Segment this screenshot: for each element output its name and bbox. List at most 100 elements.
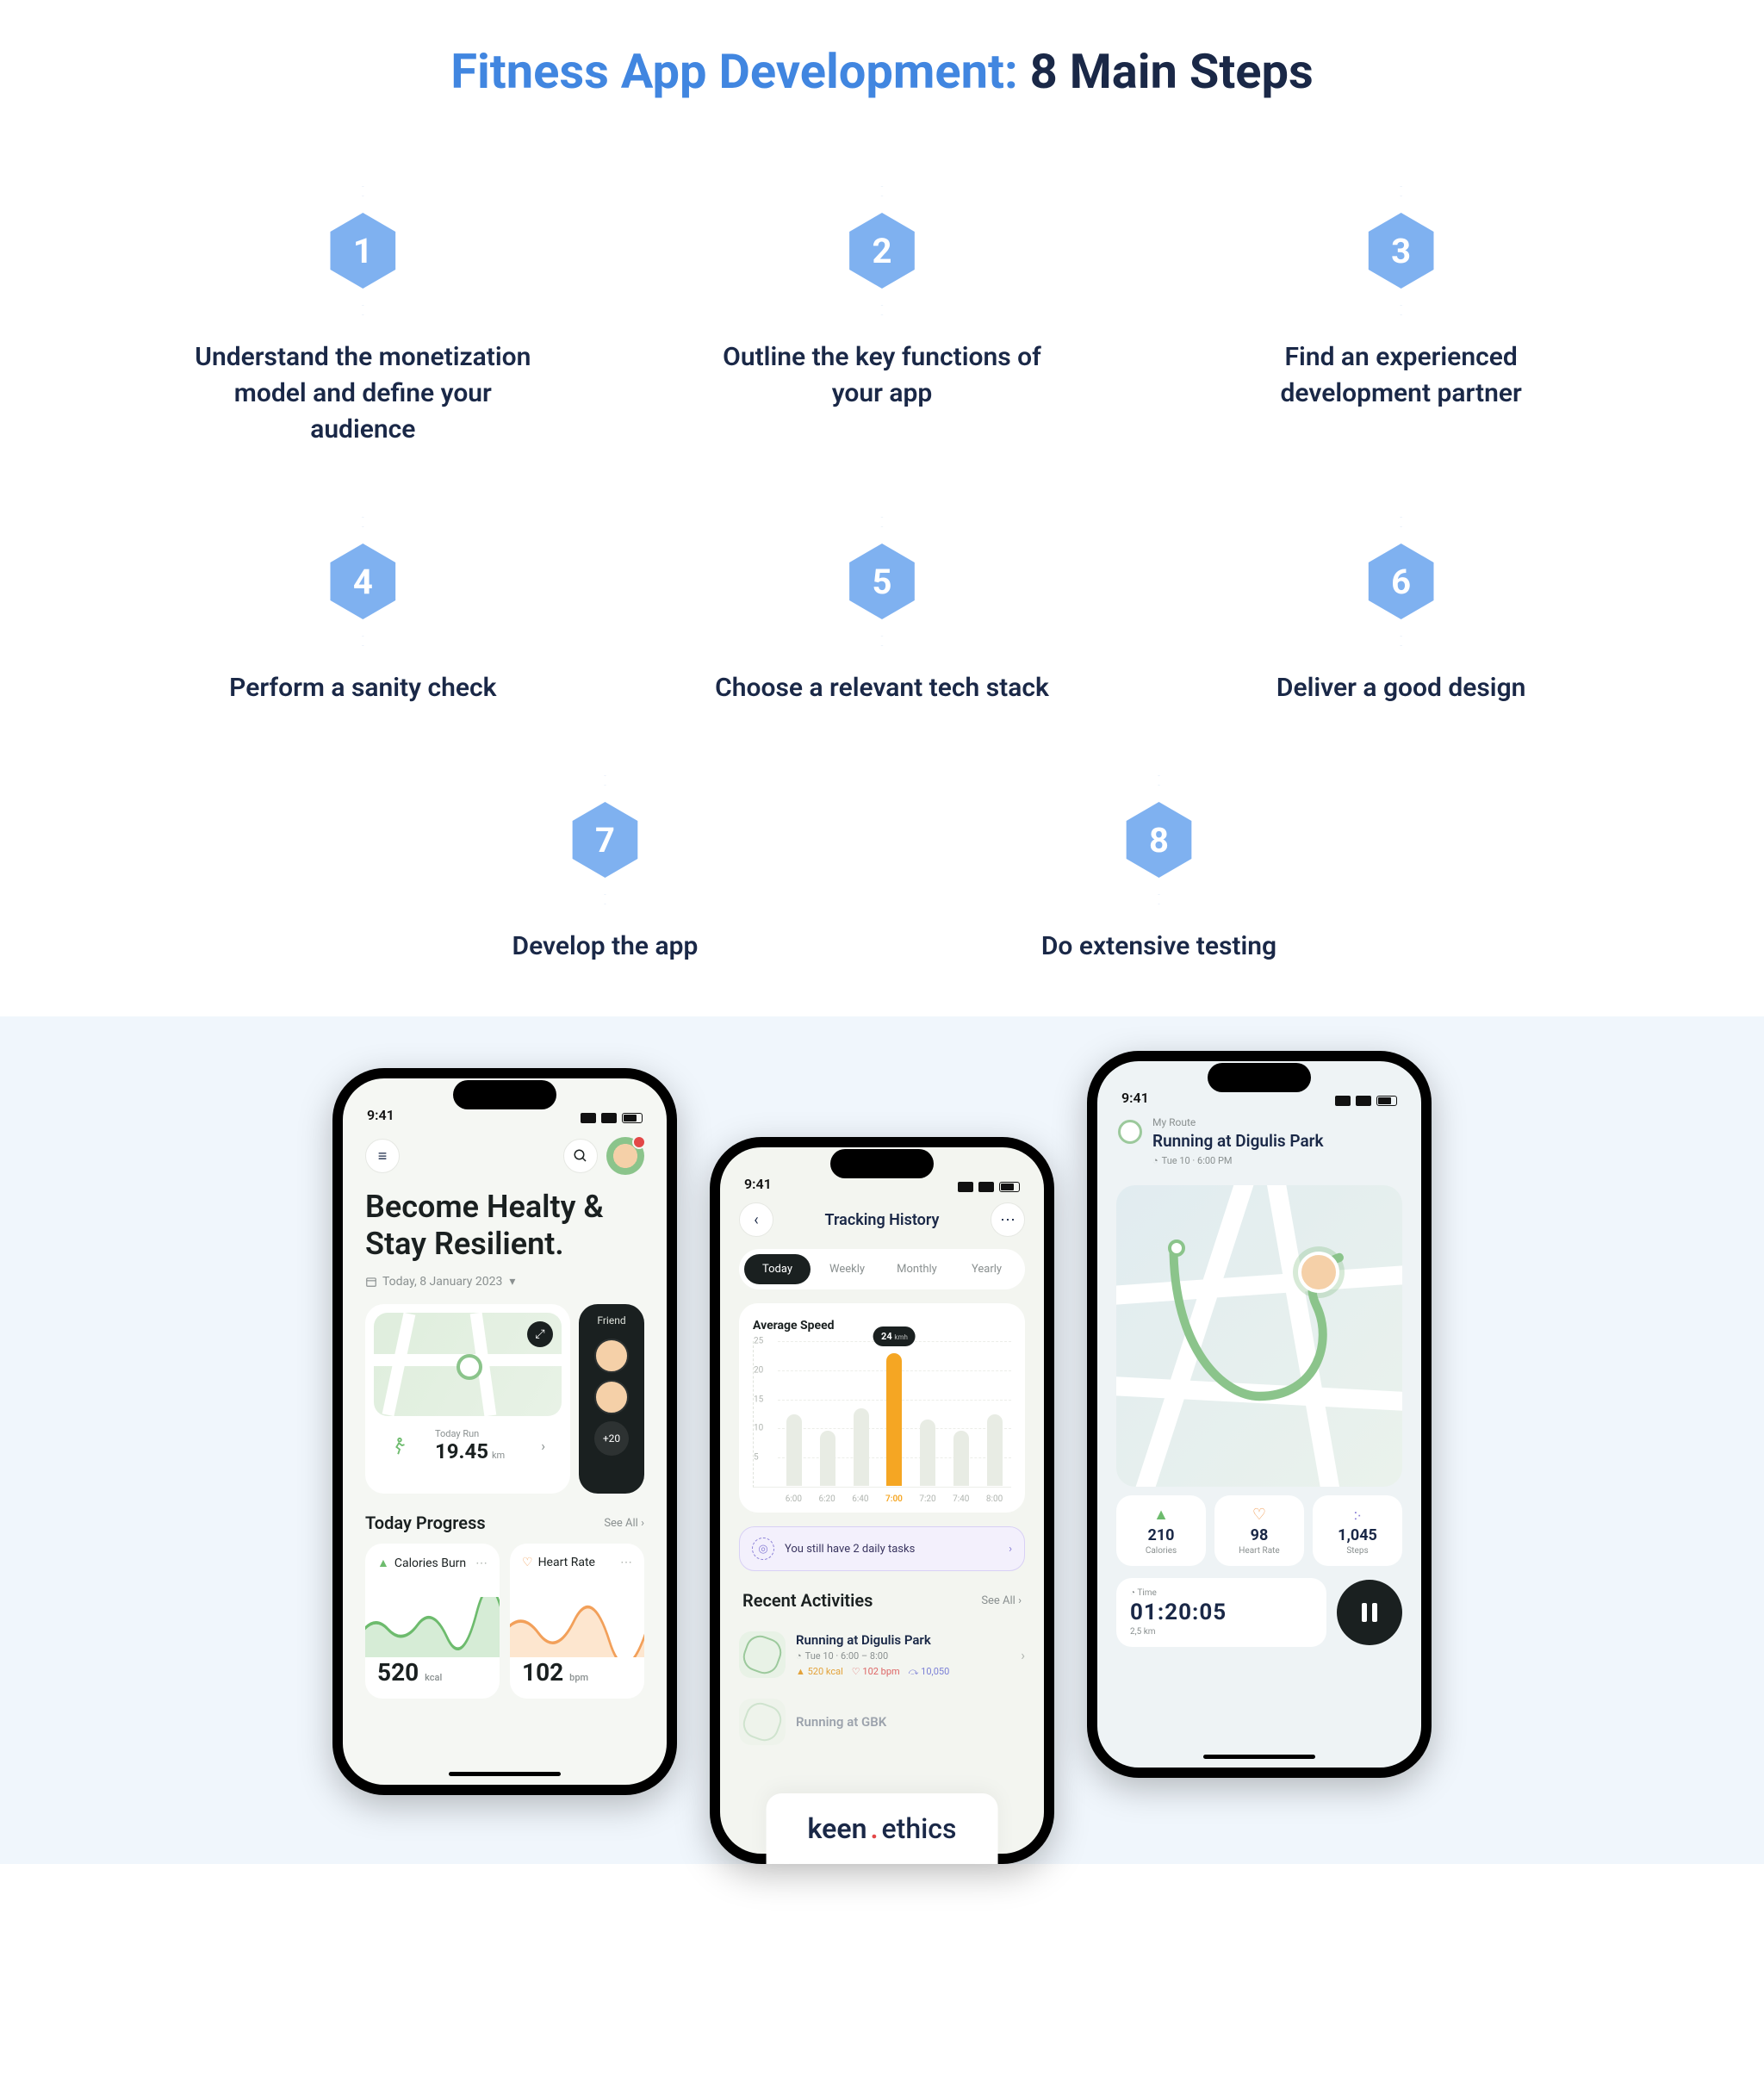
headline: Become Healty & Stay Resilient.	[343, 1189, 667, 1263]
hexagon-badge-icon: 5	[817, 517, 947, 646]
status-icons	[958, 1182, 1020, 1192]
step-label: Outline the key functions of your app	[701, 339, 1063, 412]
breadcrumb: My Route	[1152, 1116, 1402, 1128]
daily-tasks-banner[interactable]: ◎ You still have 2 daily tasks ›	[739, 1526, 1025, 1571]
friends-panel[interactable]: Friend +20	[579, 1304, 644, 1494]
chart-bar	[987, 1414, 1003, 1486]
search-icon	[573, 1148, 588, 1164]
today-run-card[interactable]: ⤢ Today Run 19.45 km ›	[365, 1304, 570, 1494]
see-all-link[interactable]: See All ›	[604, 1517, 644, 1530]
chart-tooltip: 24 kmh	[873, 1326, 916, 1346]
step-label: Choose a relevant tech stack	[715, 670, 1049, 706]
more-icon[interactable]: ⋯	[475, 1556, 488, 1570]
clock-icon: ◔	[796, 1650, 802, 1662]
clock-icon: ◔	[1130, 1588, 1135, 1598]
route-thumb-icon	[739, 1631, 786, 1678]
target-icon: ◎	[752, 1538, 774, 1560]
step-7: 7 Develop the app	[345, 775, 865, 965]
chart-bar: 24 kmh	[886, 1353, 902, 1486]
more-button[interactable]: ⋯	[991, 1202, 1025, 1237]
wifi-icon	[601, 1113, 617, 1123]
tab-today[interactable]: Today	[744, 1254, 811, 1284]
title-main: 8 Main Steps	[1018, 43, 1314, 100]
heart-icon: ♡	[522, 1556, 533, 1569]
period-tabs: Today Weekly Monthly Yearly	[739, 1249, 1025, 1289]
step-4: 4 Perform a sanity check	[121, 517, 606, 706]
battery-icon	[1376, 1096, 1397, 1106]
back-button[interactable]: ‹	[739, 1202, 773, 1237]
clock: 9:41	[1121, 1090, 1149, 1106]
activity-item[interactable]: Running at Digulis Park ◔Tue 10 · 6:00 –…	[739, 1621, 1025, 1688]
heart-rate-card[interactable]: ♡Heart Rate ⋯ 102 bpm	[510, 1544, 644, 1699]
pause-icon	[1360, 1601, 1379, 1624]
tab-weekly[interactable]: Weekly	[814, 1254, 880, 1284]
wifi-icon	[1356, 1096, 1371, 1106]
step-2: 2 Outline the key functions of your app	[640, 186, 1125, 448]
menu-button[interactable]: ≡	[365, 1139, 400, 1173]
chart-bar	[786, 1414, 802, 1486]
mockup-panel: 9:41 ≡ Become Healty & Stay Resilient. T…	[0, 1016, 1764, 1864]
chart-bar	[820, 1431, 835, 1486]
activity-item[interactable]: Running at GBK	[739, 1688, 1025, 1755]
steps-grid-top: 1 Understand the monetization model and …	[69, 186, 1695, 706]
route-date: ◔Tue 10 · 6:00 PM	[1152, 1155, 1402, 1166]
status-icons	[581, 1113, 643, 1123]
step-8: 8 Do extensive testing	[899, 775, 1419, 965]
screen-title: Tracking History	[825, 1211, 940, 1229]
fullscreen-icon[interactable]: ⤢	[527, 1321, 553, 1347]
phone-mockup-history: 9:41 ‹ Tracking History ⋯ Today Weekly M…	[710, 1137, 1054, 1864]
calories-card[interactable]: ▲Calories Burn ⋯ 520 kcal	[365, 1544, 500, 1699]
hexagon-badge-icon: 4	[298, 517, 427, 646]
step-1: 1 Understand the monetization model and …	[121, 186, 606, 448]
y-tick: 10	[754, 1424, 763, 1433]
distance: 2,5 km	[1130, 1627, 1313, 1637]
hexagon-badge-icon: 7	[540, 775, 669, 904]
x-tick: 7:40	[953, 1494, 969, 1504]
step-label: Find an experienced development partner	[1221, 339, 1582, 412]
search-button[interactable]	[563, 1139, 598, 1173]
tab-yearly[interactable]: Yearly	[953, 1254, 1020, 1284]
x-tick: 7:00	[885, 1494, 903, 1504]
step-6: 6 Deliver a good design	[1158, 517, 1643, 706]
home-indicator	[1203, 1755, 1315, 1759]
sparkline	[365, 1597, 500, 1657]
chevron-down-icon: ▾	[509, 1275, 515, 1289]
clock-icon: ◔	[1152, 1155, 1158, 1166]
phone-mockup-route: 9:41 My Route Running at Digulis Park ◔T…	[1087, 1051, 1432, 1778]
route-path	[1116, 1185, 1402, 1487]
tab-monthly[interactable]: Monthly	[884, 1254, 950, 1284]
see-all-link[interactable]: See All ›	[981, 1594, 1022, 1607]
route-title: Running at Digulis Park	[1152, 1131, 1402, 1151]
clock: 9:41	[744, 1176, 772, 1192]
x-tick: 6:40	[852, 1494, 868, 1504]
date-row: Today, 8 January 2023 ▾	[343, 1263, 667, 1304]
x-tick: 7:20	[919, 1494, 935, 1504]
chevron-right-icon: ›	[541, 1438, 545, 1454]
step-label: Do extensive testing	[1041, 929, 1276, 965]
footsteps-icon: ჻	[1313, 1506, 1402, 1525]
y-tick: 20	[754, 1365, 763, 1375]
title-accent: Fitness App Development:	[450, 43, 1018, 100]
hexagon-badge-icon: 2	[817, 186, 947, 315]
steps-grid-bottom: 7 Develop the app 8 Do extensive testing	[345, 775, 1419, 965]
phone-notch	[453, 1080, 556, 1109]
brand-logo: keen.ethics	[767, 1793, 998, 1864]
friends-more-count[interactable]: +20	[594, 1421, 629, 1456]
chevron-right-icon: ›	[1009, 1543, 1012, 1556]
friend-avatar	[594, 1380, 629, 1414]
hexagon-badge-icon: 3	[1337, 186, 1466, 315]
fire-icon: ▲	[1116, 1506, 1206, 1525]
signal-icon	[1335, 1096, 1351, 1106]
heart-icon: ♡	[1214, 1506, 1304, 1525]
pause-button[interactable]	[1337, 1580, 1402, 1645]
hexagon-badge-icon: 6	[1337, 517, 1466, 646]
step-label: Develop the app	[512, 929, 699, 965]
metrics-row: ▲ 210 Calories ♡ 98 Heart Rate ჻ 1,045 S…	[1097, 1495, 1421, 1566]
live-map[interactable]	[1116, 1185, 1402, 1487]
section-title: Today Progress	[365, 1513, 486, 1533]
fire-icon: ▲	[377, 1556, 389, 1570]
more-icon[interactable]: ⋯	[620, 1556, 632, 1569]
avatar[interactable]	[606, 1137, 644, 1175]
y-tick: 15	[754, 1395, 763, 1404]
chart-bar	[854, 1408, 869, 1486]
